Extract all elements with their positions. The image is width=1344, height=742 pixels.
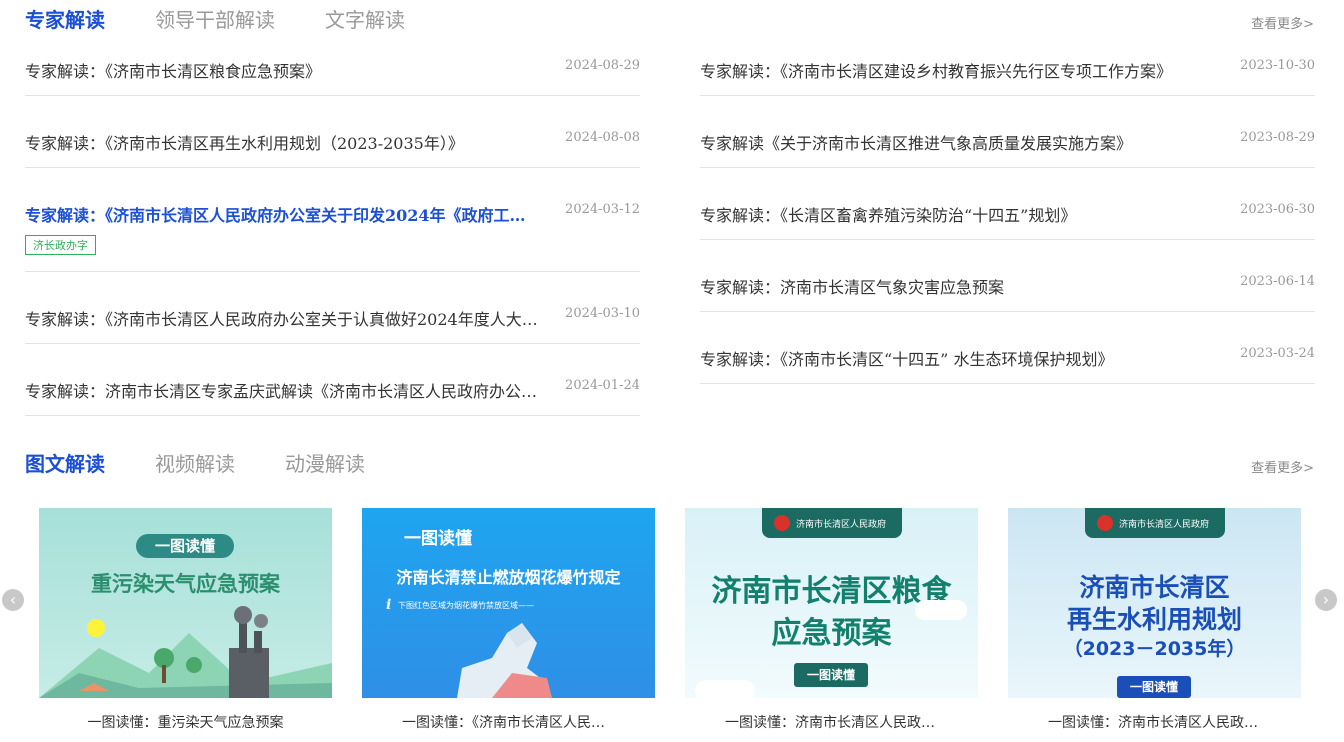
list-item-title[interactable]: 专家解读：济南市长清区气象灾害应急预案 [700,274,1215,298]
list-item: 专家解读：《济南市长清区人民政府办公室关于认真做好2024年度人大代表建议和政协… [25,306,640,344]
org-banner: 济南市长清区人民政府 [1085,508,1225,538]
org-banner: 济南市长清区人民政府 [762,508,902,538]
more-link-graphic[interactable]: 查看更多> [1251,457,1314,476]
chevron-left-icon: ‹ [9,590,17,609]
list-item: 专家解读：济南市长清区气象灾害应急预案 2023-06-14 [700,274,1315,312]
list-item: 专家解读：《济南市长清区“十四五” 水生态环境保护规划》 2023-03-24 [700,346,1315,384]
list-item-date: 2024-03-10 [565,306,640,321]
info-icon: i [386,597,392,613]
tab-text[interactable]: 文字解读 [325,4,405,33]
list-item-date: 2024-08-08 [565,130,640,145]
tab-leader[interactable]: 领导干部解读 [155,4,275,33]
carousel-card: 济南市长清区人民政府 济南市长清区 再生水利用规划 （2023－2035年） 一… [1008,508,1301,732]
list-item-date: 2024-08-29 [565,58,640,73]
card-thumbnail[interactable]: 一图读懂 济南长清禁止燃放烟花爆竹规定 i 下图红色区域为烟花爆竹禁放区域—— [362,508,655,698]
card-thumbnail[interactable]: 一图读懂 重污染天气应急预案 [39,508,332,698]
list-item-date: 2023-06-30 [1240,202,1315,217]
carousel-prev-button[interactable]: ‹ [2,589,24,611]
card-note: 下图红色区域为烟花爆竹禁放区域—— [398,601,534,610]
graphic-tabs: 图文解读 视频解读 动漫解读 [25,448,415,477]
org-name: 济南市长清区人民政府 [796,520,887,530]
org-name: 济南市长清区人民政府 [1119,520,1210,530]
card-tag: 一图读懂 [1117,676,1191,698]
cloud-decoration [915,600,967,620]
emblem-icon [1097,515,1113,531]
list-item: 专家解读：济南市长清区专家孟庆武解读《济南市长清区人民政府办公室关于印发相关文件… [25,378,640,416]
list-item-title[interactable]: 专家解读：济南市长清区专家孟庆武解读《济南市长清区人民政府办公室关于印发相关文件… [25,378,540,402]
list-item-title[interactable]: 专家解读：《济南市长清区人民政府办公室关于认真做好2024年度人大代表建议和政协… [25,306,540,330]
more-link-expert[interactable]: 查看更多> [1251,13,1314,32]
card-caption[interactable]: 一图读懂：济南市长清区人民政府办公室关于印发济南市长清区粮食应急预案的通知 [685,712,978,732]
tab-video[interactable]: 视频解读 [155,448,235,477]
list-item-date: 2024-03-12 [565,202,640,217]
list-item-title[interactable]: 专家解读：《济南市长清区建设乡村教育振兴先行区专项工作方案》 [700,58,1215,82]
list-item-title[interactable]: 专家解读《关于济南市长清区推进气象高质量发展实施方案》 [700,130,1215,154]
list-item: 专家解读：《济南市长清区人民政府办公室关于印发2024年《政府工作报告》重点工作… [25,202,640,272]
card-thumbnail[interactable]: 济南市长清区人民政府 济南市长清区 再生水利用规划 （2023－2035年） 一… [1008,508,1301,698]
list-item-title[interactable]: 专家解读：《济南市长清区再生水利用规划（2023-2035年）》 [25,130,540,154]
list-item-title[interactable]: 专家解读：《济南市长清区人民政府办公室关于印发2024年《政府工作报告》重点工作… [25,202,540,226]
expert-list-right: 专家解读：《济南市长清区建设乡村教育振兴先行区专项工作方案》 2023-10-3… [700,58,1315,384]
card-caption[interactable]: 一图读懂：济南市长清区人民政府关于印发济南市长清区再生水利用规划的通知 [1008,712,1301,732]
district-map-illustration [457,623,552,698]
list-item-date: 2023-03-24 [1240,346,1315,361]
list-item: 专家解读《关于济南市长清区推进气象高质量发展实施方案》 2023-08-29 [700,130,1315,168]
list-item: 专家解读：《济南市长清区再生水利用规划（2023-2035年）》 2024-08… [25,130,640,168]
card-headline: （2023－2035年） [1063,638,1246,660]
pollution-scene-illustration [39,606,332,698]
carousel: 一图读懂 重污染天气应急预案 一图读懂：重污染天气应急预案 一图读懂 济南长清禁… [39,508,1331,732]
card-tag: 一图读懂 [794,663,868,687]
list-item-title[interactable]: 专家解读：《长清区畜禽养殖污染防治“十四五”规划》 [700,202,1215,226]
tab-expert[interactable]: 专家解读 [25,4,105,33]
list-item: 专家解读：《长清区畜禽养殖污染防治“十四五”规划》 2023-06-30 [700,202,1315,240]
card-headline: 济南市长清区 [1079,573,1230,602]
list-item: 专家解读：《济南市长清区粮食应急预案》 2024-08-29 [25,58,640,96]
tab-graphic[interactable]: 图文解读 [25,448,105,477]
card-caption[interactable]: 一图读懂：《济南市长清区人民政府办公室关于禁止燃放烟花爆竹的规定》 [362,712,655,732]
card-tag: 一图读懂 [136,534,234,558]
list-item-title[interactable]: 专家解读：《济南市长清区“十四五” 水生态环境保护规划》 [700,346,1215,370]
card-headline: 济南长清禁止燃放烟花爆竹规定 [396,568,621,587]
card-tag: 一图读懂 [404,529,472,549]
doc-badge[interactable]: 济长政办字 [25,235,96,255]
list-item-date: 2023-10-30 [1240,58,1315,73]
list-item-date: 2023-08-29 [1240,130,1315,145]
list-item-date: 2024-01-24 [565,378,640,393]
tab-animation[interactable]: 动漫解读 [285,448,365,477]
list-item: 专家解读：《济南市长清区建设乡村教育振兴先行区专项工作方案》 2023-10-3… [700,58,1315,96]
carousel-card: 济南市长清区人民政府 济南市长清区粮食 应急预案 一图读懂 一图读懂：济南市长清… [685,508,978,732]
expert-tabs: 专家解读 领导干部解读 文字解读 [25,4,455,33]
emblem-icon [774,515,790,531]
card-thumbnail[interactable]: 济南市长清区人民政府 济南市长清区粮食 应急预案 一图读懂 [685,508,978,698]
cloud-decoration [695,680,755,698]
carousel-card: 一图读懂 重污染天气应急预案 一图读懂：重污染天气应急预案 [39,508,332,732]
card-headline: 再生水利用规划 [1066,605,1242,634]
card-headline: 重污染天气应急预案 [91,572,280,596]
list-item-date: 2023-06-14 [1240,274,1315,289]
carousel-card: 一图读懂 济南长清禁止燃放烟花爆竹规定 i 下图红色区域为烟花爆竹禁放区域—— … [362,508,655,732]
list-item-title[interactable]: 专家解读：《济南市长清区粮食应急预案》 [25,58,540,82]
expert-list-left: 专家解读：《济南市长清区粮食应急预案》 2024-08-29 专家解读：《济南市… [25,58,640,416]
card-caption[interactable]: 一图读懂：重污染天气应急预案 [39,712,332,732]
